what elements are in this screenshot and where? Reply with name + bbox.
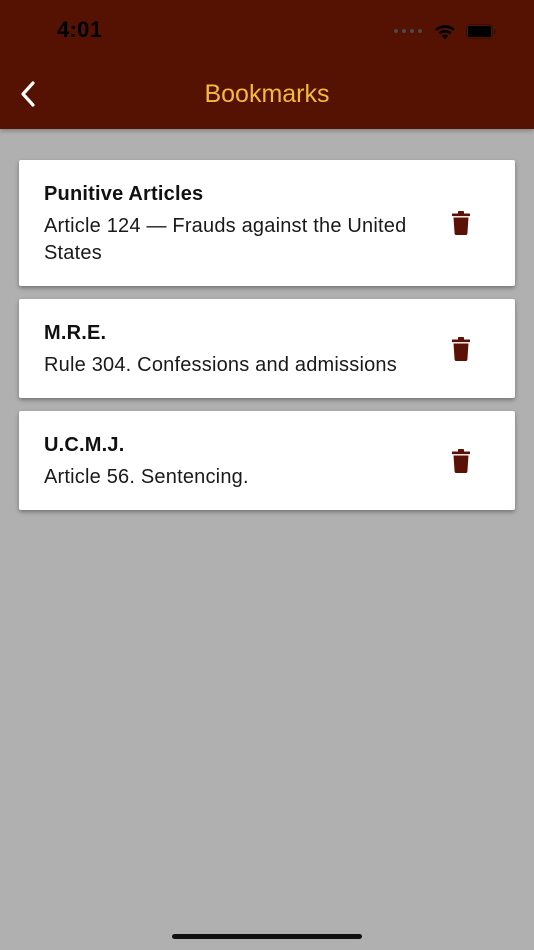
battery-icon — [466, 23, 496, 39]
trash-icon — [452, 336, 470, 361]
delete-bookmark-button[interactable] — [449, 447, 473, 475]
bookmark-list: Punitive Articles Article 124 — Frauds a… — [19, 160, 515, 523]
home-indicator[interactable] — [172, 934, 362, 939]
status-time: 4:01 — [57, 17, 103, 42]
bookmark-title: Rule 304. Confessions and admissions — [44, 354, 397, 376]
wifi-icon — [435, 24, 455, 39]
bookmark-card[interactable]: M.R.E. Rule 304. Confessions and admissi… — [19, 299, 515, 398]
bookmark-title: Article 124 — Frauds against the United … — [44, 215, 407, 264]
bookmark-card[interactable]: U.C.M.J. Article 56. Sentencing. — [19, 411, 515, 510]
bookmark-category: U.C.M.J. — [44, 434, 125, 456]
status-icons — [394, 20, 496, 42]
cellular-signal-icon — [394, 29, 422, 33]
bookmark-title: Article 56. Sentencing. — [44, 466, 249, 488]
app-header: 4:01 Bookmarks — [0, 0, 534, 129]
page-title: Bookmarks — [204, 80, 330, 108]
delete-bookmark-button[interactable] — [449, 335, 473, 363]
bookmark-category: M.R.E. — [44, 322, 107, 344]
trash-icon — [452, 448, 470, 473]
bookmark-card[interactable]: Punitive Articles Article 124 — Frauds a… — [19, 160, 515, 286]
delete-bookmark-button[interactable] — [449, 209, 473, 237]
bookmark-category: Punitive Articles — [44, 183, 204, 205]
trash-icon — [452, 211, 470, 235]
